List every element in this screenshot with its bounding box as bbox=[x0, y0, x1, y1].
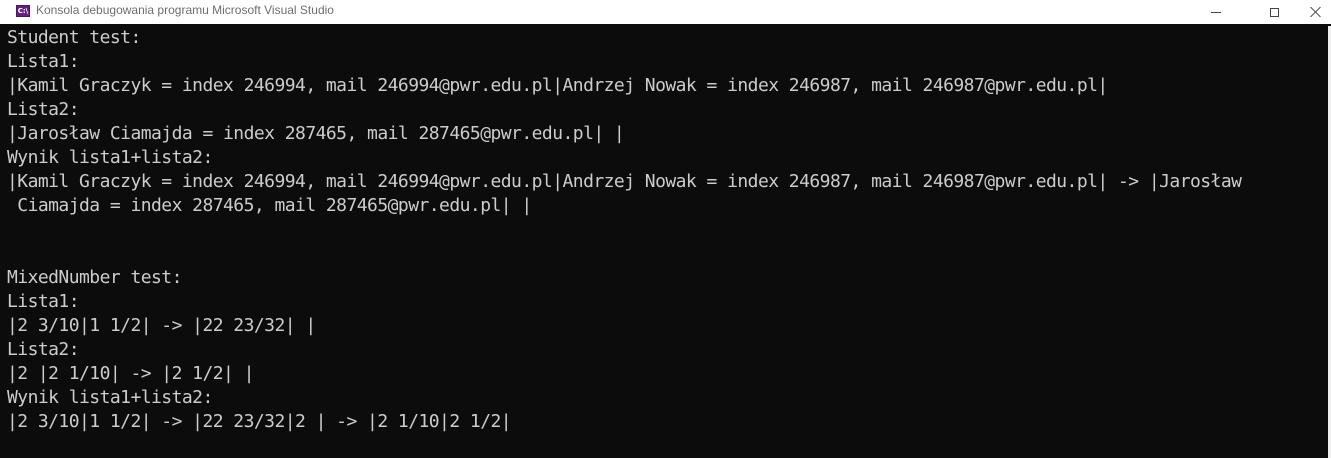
console-line: Lista2: bbox=[7, 339, 80, 360]
title-bar[interactable]: C:\ Konsola debugowania programu Microso… bbox=[0, 0, 1331, 24]
visual-studio-console-icon[interactable]: C:\ bbox=[16, 5, 30, 17]
console-line: Ciamajda = index 287465, mail 287465@pwr… bbox=[7, 195, 532, 216]
maximize-button[interactable] bbox=[1251, 0, 1297, 24]
console-line: MixedNumber test: bbox=[7, 267, 182, 288]
console-output[interactable]: Student test: Lista1: |Kamil Graczyk = i… bbox=[0, 26, 1328, 458]
window-title: Konsola debugowania programu Microsoft V… bbox=[36, 3, 334, 17]
close-icon bbox=[1310, 6, 1322, 18]
console-line: Lista2: bbox=[7, 99, 80, 120]
minimize-button[interactable] bbox=[1193, 0, 1239, 24]
console-line: |2 3/10|1 1/2| -> |22 23/32|2 | -> |2 1/… bbox=[7, 411, 512, 432]
console-line: Lista1: bbox=[7, 291, 80, 312]
console-line: Student test: bbox=[7, 27, 141, 48]
console-line: Lista1: bbox=[7, 51, 80, 72]
console-line: |Kamil Graczyk = index 246994, mail 2469… bbox=[7, 171, 1242, 192]
close-button[interactable] bbox=[1293, 0, 1331, 24]
console-line: |Jarosław Ciamajda = index 287465, mail … bbox=[7, 123, 625, 144]
console-line: Wynik lista1+lista2: bbox=[7, 147, 213, 168]
console-line: Wynik lista1+lista2: bbox=[7, 387, 213, 408]
maximize-icon bbox=[1269, 7, 1279, 17]
console-window: C:\ Konsola debugowania programu Microso… bbox=[0, 0, 1331, 458]
console-line: |Kamil Graczyk = index 246994, mail 2469… bbox=[7, 75, 1108, 96]
console-line: |2 |2 1/10| -> |2 1/2| | bbox=[7, 363, 254, 384]
console-line: |2 3/10|1 1/2| -> |22 23/32| | bbox=[7, 315, 316, 336]
minimize-icon bbox=[1211, 11, 1221, 13]
